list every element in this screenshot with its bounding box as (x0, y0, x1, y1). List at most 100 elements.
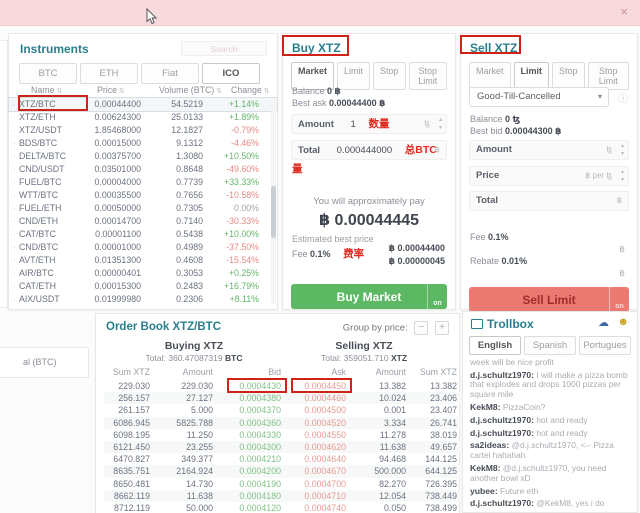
instrument-row[interactable]: - CAT/ETH 0.00015300 0.2483 +16.79% (9, 280, 277, 293)
sell-tab-stop[interactable]: Stop (552, 62, 585, 90)
favorite-icon[interactable]: - (9, 124, 19, 137)
orderbook-row[interactable]: 256.157 27.127 0.0004380 0.0004460 10.024 23.… (104, 392, 461, 405)
chat-username[interactable]: d.j.schultz1970: (470, 370, 534, 380)
buy-button-toggle[interactable]: on (427, 284, 447, 309)
scrollbar-thumb[interactable] (271, 186, 276, 238)
buy-market-button[interactable]: Buy Market on (291, 284, 447, 309)
chat-username[interactable]: d.j.schultz1970: (470, 498, 534, 508)
instrument-change: -15.54% (226, 255, 259, 265)
chat-username[interactable]: sa2ideas: (470, 440, 509, 450)
column-header-change[interactable]: Change ⇅ (231, 85, 270, 95)
buy-amount-field[interactable]: Amount 1 数量 ꜩ ▴ ▾ (291, 114, 447, 134)
close-icon[interactable]: × (620, 4, 628, 19)
favorite-icon[interactable]: - (9, 111, 19, 124)
sell-total-field[interactable]: Total ฿ (469, 191, 629, 211)
sell-tab-stop-limit[interactable]: Stop Limit (587, 62, 629, 90)
cloud-icon[interactable]: ☁ (598, 316, 609, 329)
sell-limit-button[interactable]: Sell Limit on (469, 287, 629, 312)
tab-eth[interactable]: ETH (80, 63, 138, 84)
column-header-amount[interactable]: Amount (154, 367, 217, 377)
instrument-row[interactable]: - DELTA/BTC 0.00375700 1.3080 +10.50% (9, 150, 277, 163)
orderbook-row[interactable]: 6121.450 23.255 0.0004300 0.0004620 11.638 49… (104, 440, 461, 454)
chat-message-list[interactable]: sa2ideas: @pocek, be patient bro next we… (470, 358, 634, 512)
instrument-row[interactable]: - XTZ/ETH 0.00624300 25.0133 +1.89% (9, 111, 277, 124)
column-header-sum[interactable]: Sum XTZ (410, 367, 461, 377)
instrument-row[interactable]: - CND/USDT 0.03501000 0.8648 -49.60% (9, 163, 277, 176)
instrument-row[interactable]: - BDS/BTC 0.00015000 9.1312 -4.46% (9, 137, 277, 150)
sell-price-field[interactable]: Price ฿ per ꜩ ▴ ▾ (469, 166, 629, 186)
tab-btc[interactable]: BTC (19, 63, 77, 84)
favorite-icon[interactable]: - (9, 254, 19, 267)
instrument-row[interactable]: - AIX/USDT 0.01999980 0.2306 +8.11% (9, 293, 277, 306)
info-icon[interactable]: ⓘ (618, 90, 628, 105)
column-header-volume[interactable]: Volume (BTC) ⇅ (159, 85, 222, 95)
orderbook-row[interactable]: 8650.481 14.730 0.0004190 0.0004700 82.270 72… (104, 478, 461, 490)
favorite-icon[interactable]: - (9, 163, 19, 176)
column-header-sum[interactable]: Sum XTZ (104, 367, 154, 377)
favorite-icon[interactable]: - (9, 189, 19, 202)
orderbook-row[interactable]: 229.030 229.030 0.0004430 0.0004450 13.382 13… (104, 380, 461, 392)
favorite-icon[interactable]: - (9, 202, 19, 215)
language-tab-english[interactable]: English (469, 336, 521, 355)
buy-tab-stop[interactable]: Stop (373, 62, 406, 90)
favorite-icon[interactable]: - (9, 98, 19, 111)
chat-username[interactable]: KekM8: (470, 463, 501, 473)
chat-username[interactable]: d.j.schultz1970: (470, 415, 534, 425)
instrument-row[interactable]: - CND/BTC 0.00001000 0.4989 -37.50% (9, 241, 277, 254)
sell-button-toggle[interactable]: on (609, 287, 629, 312)
time-in-force-dropdown[interactable]: Good-Till-Cancelled ▾ (469, 87, 609, 107)
sell-amount-field[interactable]: Amount ꜩ ▴ ▾ (469, 140, 629, 160)
buy-tab-stop-limit[interactable]: Stop Limit (408, 62, 447, 90)
search-input[interactable] (181, 41, 267, 56)
group-plus-button[interactable]: + (435, 321, 449, 335)
instrument-row[interactable]: - FUEL/BTC 0.00004000 0.7739 +33.33% (9, 176, 277, 189)
favorite-icon[interactable]: - (9, 293, 19, 306)
orderbook-row[interactable]: 6086.945 5825.788 0.0004360 0.0004520 3.334 2… (104, 416, 461, 429)
tab-fiat[interactable]: Fiat (141, 63, 199, 84)
favorite-icon[interactable]: - (9, 215, 19, 228)
tab-ico[interactable]: ICO (202, 63, 260, 84)
instrument-row[interactable]: - XTZ/USDT 1.85468000 12.1827 -0.79% (9, 124, 277, 137)
chat-username[interactable]: yubee: (470, 486, 498, 496)
language-tab-portugues[interactable]: Portugues (579, 336, 631, 355)
orderbook-row[interactable]: 8635.751 2164.924 0.0004200 0.0004670 500.00… (104, 465, 461, 478)
orderbook-row[interactable]: 6098.195 11.250 0.0004330 0.0004550 11.278 38… (104, 429, 461, 441)
favorite-icon[interactable]: - (9, 267, 19, 280)
instrument-row[interactable]: - WTT/BTC 0.00035500 0.7656 -10.58% (9, 189, 277, 202)
instrument-price: 0.03501000 (94, 164, 141, 174)
instrument-row[interactable]: - CND/ETH 0.00014700 0.7140 -30.33% (9, 215, 277, 228)
favorite-icon[interactable]: - (9, 280, 19, 293)
favorite-icon[interactable]: - (9, 150, 19, 163)
chat-username[interactable]: KekM8: (470, 402, 501, 412)
favorite-icon[interactable]: - (9, 176, 19, 189)
sell-tab-limit[interactable]: Limit (513, 62, 550, 90)
emoji-icon[interactable]: ☻ (617, 316, 629, 328)
favorite-icon[interactable]: - (9, 228, 19, 241)
amount-stepper[interactable]: ▴ ▾ (439, 116, 442, 132)
column-header-price[interactable]: Price ⇅ (97, 85, 125, 95)
orderbook-row[interactable]: 261.157 5.000 0.0004370 0.0004500 0.001 23.40… (104, 404, 461, 416)
chat-username[interactable]: d.j.schultz1970: (470, 428, 534, 438)
column-header-ask[interactable]: Ask (285, 367, 350, 377)
price-stepper[interactable]: ▴ ▾ (621, 168, 624, 184)
amount-stepper[interactable]: ▴ ▾ (621, 142, 624, 158)
instrument-row[interactable]: - AVT/ETH 0.01351300 0.4608 -15.54% (9, 254, 277, 267)
buy-total-field[interactable]: Total 0.000444000 总BTC量 ฿ (291, 140, 447, 175)
instrument-row[interactable]: - XTZ/BTC 0.00044400 54.5219 +1.14% (8, 97, 278, 112)
orderbook-row[interactable]: 8662.119 11.638 0.0004180 0.0004710 12.054 73… (104, 489, 461, 502)
instrument-row[interactable]: - CAT/BTC 0.00001100 0.5438 +10.00% (9, 228, 277, 241)
orderbook-row[interactable]: 6470.827 349.377 0.0004210 0.0004640 94.468 1… (104, 453, 461, 465)
instrument-row[interactable]: - FUEL/ETH 0.00050000 0.7305 0.00% (9, 202, 277, 215)
sell-tab-market[interactable]: Market (469, 62, 511, 90)
instruments-scrollbar[interactable] (271, 98, 276, 304)
column-header-bid[interactable]: Bid (217, 367, 285, 377)
column-header-name[interactable]: Name ⇅ (31, 85, 62, 95)
language-tab-spanish[interactable]: Spanish (524, 336, 576, 355)
instrument-row[interactable]: - AIR/BTC 0.00000401 0.3053 +0.25% (9, 267, 277, 280)
orderbook-row[interactable]: 8712.119 50.000 0.0004120 0.0004740 0.050 738… (104, 502, 461, 513)
buy-tab-limit[interactable]: Limit (337, 62, 371, 90)
favorite-icon[interactable]: - (9, 241, 19, 254)
group-minus-button[interactable]: − (414, 321, 429, 335)
favorite-icon[interactable]: - (9, 137, 19, 150)
column-header-amount[interactable]: Amount (350, 367, 410, 377)
